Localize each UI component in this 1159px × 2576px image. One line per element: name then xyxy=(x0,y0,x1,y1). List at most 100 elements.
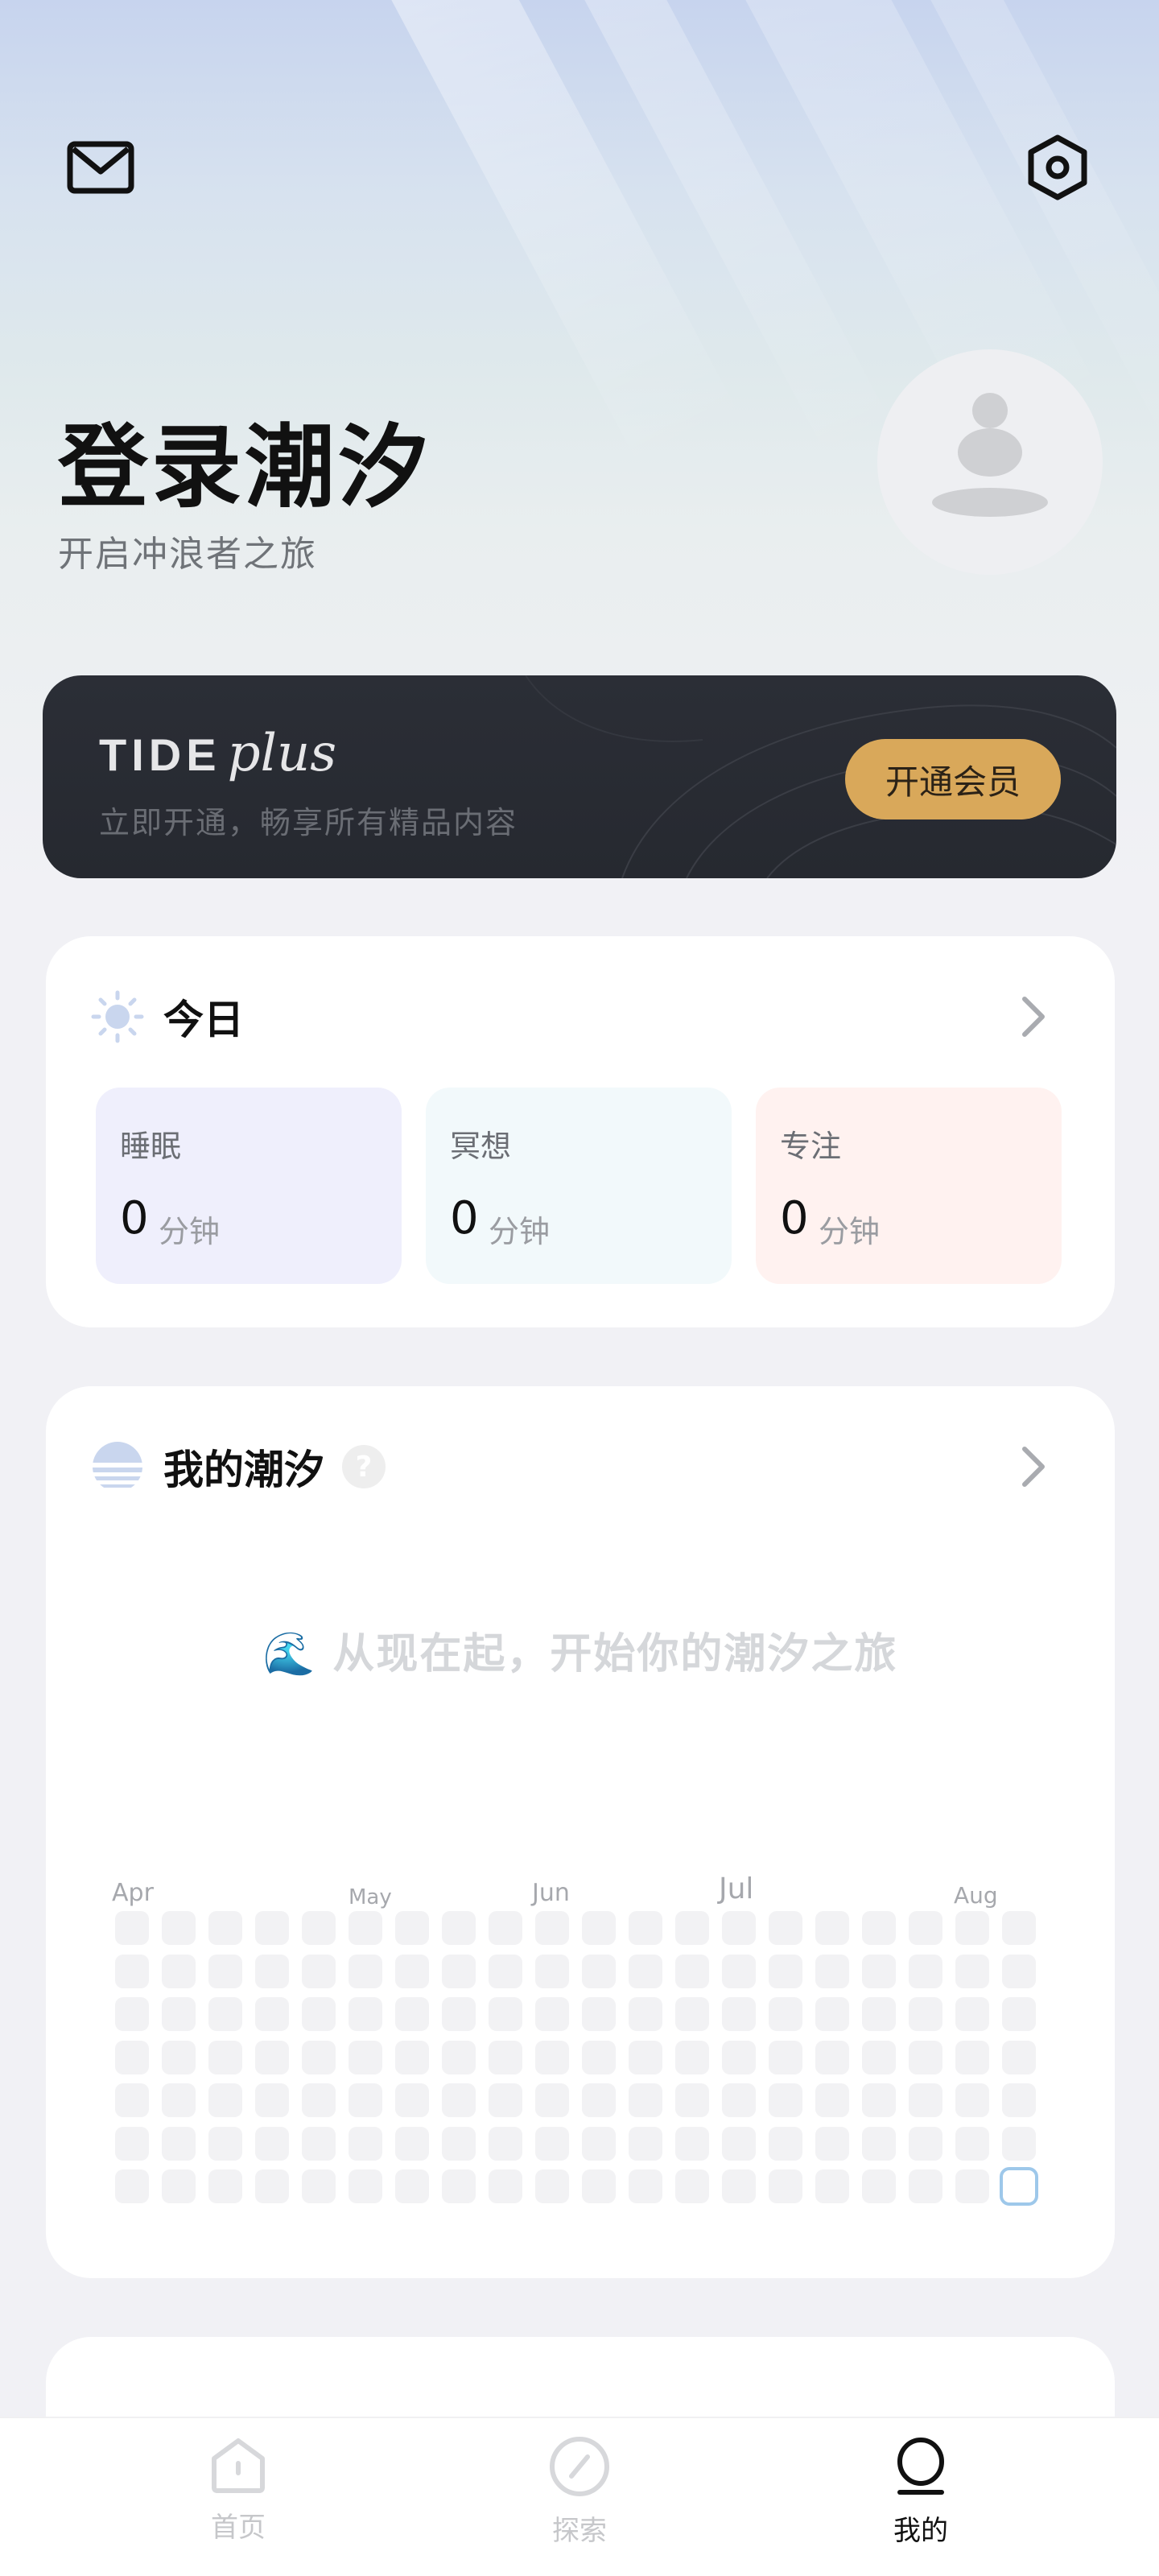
question-icon[interactable]: ? xyxy=(342,1445,386,1488)
activity-heatmap xyxy=(115,1911,1049,2209)
heatmap-cell xyxy=(675,2126,709,2161)
heatmap-cell xyxy=(815,1954,849,1988)
my-tide-card[interactable]: 我的潮汐 ? 🌊 从现在起，开始你的潮汐之旅 Apr May Jun Jul A… xyxy=(46,1386,1115,2278)
heatmap-cell xyxy=(955,2169,989,2203)
heatmap-cell xyxy=(302,2040,336,2074)
heatmap-cell xyxy=(208,2126,242,2161)
heatmap-cell xyxy=(442,2126,476,2161)
heatmap-cell xyxy=(208,2083,242,2117)
heatmap-cell xyxy=(722,2040,756,2074)
login-title[interactable]: 登录潮汐 xyxy=(58,394,431,525)
meditation-stat[interactable]: 冥想 0 分钟 xyxy=(426,1088,732,1284)
heatmap-cell xyxy=(302,2169,336,2203)
heatmap-cell xyxy=(769,2169,802,2203)
heatmap-cell xyxy=(582,2040,616,2074)
heatmap-cell xyxy=(815,2083,849,2117)
heatmap-cell xyxy=(815,2169,849,2203)
heatmap-cell xyxy=(909,1954,942,1988)
heatmap-cell xyxy=(769,1954,802,1988)
heatmap-cell xyxy=(535,2169,569,2203)
heatmap-cell xyxy=(442,2169,476,2203)
heatmap-cell xyxy=(302,2083,336,2117)
tab-label: 首页 xyxy=(211,2512,266,2544)
compass-icon xyxy=(550,2437,609,2496)
heatmap-cell xyxy=(115,2126,149,2161)
heatmap-cell xyxy=(442,1911,476,1945)
heatmap-cell xyxy=(395,1997,429,2031)
heatmap-cell xyxy=(302,1997,336,2031)
heatmap-cell xyxy=(675,2040,709,2074)
open-membership-button[interactable]: 开通会员 xyxy=(845,739,1061,819)
heatmap-cell xyxy=(955,2083,989,2117)
heatmap-cell xyxy=(909,2040,942,2074)
tab-home[interactable]: 首页 xyxy=(158,2434,319,2571)
stat-value: 0 xyxy=(450,1192,479,1245)
heatmap-cell xyxy=(582,1997,616,2031)
heatmap-cell xyxy=(815,1911,849,1945)
heatmap-cell xyxy=(909,1997,942,2031)
heatmap-cell xyxy=(255,2169,289,2203)
heatmap-cell xyxy=(722,2169,756,2203)
my-tide-title: 我的潮汐 xyxy=(163,1447,324,1493)
heatmap-cell xyxy=(395,2040,429,2074)
heatmap-cell xyxy=(722,1997,756,2031)
month-label-jun: Jun xyxy=(532,1879,570,1907)
stat-label: 专注 xyxy=(780,1129,842,1164)
heatmap-cell xyxy=(255,1954,289,1988)
my-tide-header: 我的潮汐 ? xyxy=(91,1428,386,1505)
heatmap-cell xyxy=(162,1997,196,2031)
heatmap-cell xyxy=(955,1997,989,2031)
heatmap-cell xyxy=(115,1954,149,1988)
settings-hexagon-icon[interactable] xyxy=(1017,127,1098,208)
sun-icon xyxy=(91,990,144,1043)
heatmap-cell xyxy=(862,2126,896,2161)
heatmap-cell xyxy=(909,1911,942,1945)
tab-explore[interactable]: 探索 xyxy=(499,2434,660,2571)
avatar[interactable] xyxy=(877,349,1103,575)
chevron-right-icon[interactable] xyxy=(1010,985,1058,1049)
heatmap-cell xyxy=(582,2083,616,2117)
heatmap-cell xyxy=(582,1954,616,1988)
meditation-person-icon xyxy=(932,393,1048,517)
heatmap-cell xyxy=(675,1954,709,1988)
heatmap-cell xyxy=(629,1911,662,1945)
tab-label: 我的 xyxy=(893,2515,948,2547)
heatmap-cell xyxy=(1002,2126,1036,2161)
heatmap-cell xyxy=(349,2126,382,2161)
heatmap-cell xyxy=(442,2040,476,2074)
focus-stat[interactable]: 专注 0 分钟 xyxy=(756,1088,1062,1284)
sleep-stat[interactable]: 睡眠 0 分钟 xyxy=(96,1088,402,1284)
chevron-right-icon[interactable] xyxy=(1010,1435,1058,1499)
heatmap-cell xyxy=(675,1911,709,1945)
heatmap-cell xyxy=(255,1911,289,1945)
mail-icon[interactable] xyxy=(60,127,141,208)
heatmap-cell xyxy=(115,1911,149,1945)
heatmap-cell xyxy=(162,2083,196,2117)
today-card[interactable]: 今日 睡眠 0 分钟 冥想 0 分钟 专注 0 分钟 xyxy=(46,936,1115,1327)
stat-unit: 分钟 xyxy=(489,1214,551,1249)
heatmap-cell xyxy=(395,2126,429,2161)
heatmap-cell xyxy=(349,1911,382,1945)
heatmap-cell xyxy=(675,1997,709,2031)
heatmap-cell xyxy=(862,1911,896,1945)
heatmap-cell xyxy=(862,1954,896,1988)
heatmap-cell xyxy=(955,2040,989,2074)
heatmap-cell xyxy=(302,1954,336,1988)
stat-unit: 分钟 xyxy=(159,1214,221,1249)
heatmap-cell xyxy=(255,2040,289,2074)
heatmap-cell xyxy=(349,2040,382,2074)
heatmap-cell xyxy=(489,2040,522,2074)
login-subtitle: 开启冲浪者之旅 xyxy=(58,534,317,575)
heatmap-cell xyxy=(395,2083,429,2117)
vip-brand-tide: TIDE xyxy=(99,729,221,780)
tab-label: 探索 xyxy=(552,2515,607,2547)
heatmap-cell xyxy=(115,1997,149,2031)
heatmap-cell xyxy=(909,2126,942,2161)
heatmap-cell xyxy=(862,2040,896,2074)
month-label-may: May xyxy=(349,1885,392,1909)
heatmap-cell xyxy=(1002,2083,1036,2117)
empty-message: 🌊 从现在起，开始你的潮汐之旅 xyxy=(262,1630,898,1678)
tab-mine[interactable]: 我的 xyxy=(840,2434,1001,2571)
heatmap-cell xyxy=(955,1954,989,1988)
heatmap-cell xyxy=(535,2126,569,2161)
